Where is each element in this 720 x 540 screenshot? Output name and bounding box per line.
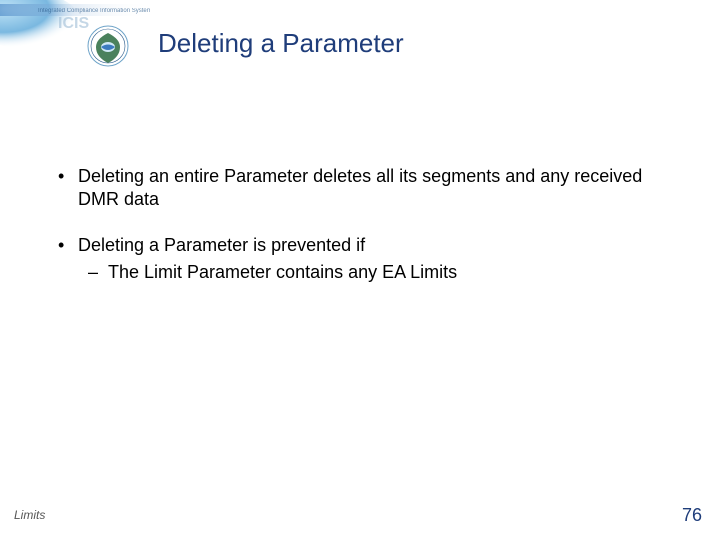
bullet-text: Deleting a Parameter is prevented if xyxy=(78,235,365,255)
footer-section-label: Limits xyxy=(14,508,45,522)
sub-bullet-item: The Limit Parameter contains any EA Limi… xyxy=(78,261,672,284)
slide-title: Deleting a Parameter xyxy=(158,28,404,59)
bullet-text: Deleting an entire Parameter deletes all… xyxy=(78,166,642,209)
content-area: Deleting an entire Parameter deletes all… xyxy=(48,165,672,307)
svg-text:ICIS: ICIS xyxy=(58,15,89,32)
header-graphic: Integrated Compliance Information System… xyxy=(0,0,150,80)
sub-bullet-list: The Limit Parameter contains any EA Limi… xyxy=(78,261,672,284)
bullet-list: Deleting an entire Parameter deletes all… xyxy=(48,165,672,283)
svg-text:Integrated Compliance Informat: Integrated Compliance Information System xyxy=(38,8,150,14)
bullet-item: Deleting a Parameter is prevented if The… xyxy=(48,234,672,283)
bullet-item: Deleting an entire Parameter deletes all… xyxy=(48,165,672,210)
header-band: Integrated Compliance Information System… xyxy=(0,0,720,80)
page-number: 76 xyxy=(682,505,702,526)
sub-bullet-text: The Limit Parameter contains any EA Limi… xyxy=(108,262,457,282)
